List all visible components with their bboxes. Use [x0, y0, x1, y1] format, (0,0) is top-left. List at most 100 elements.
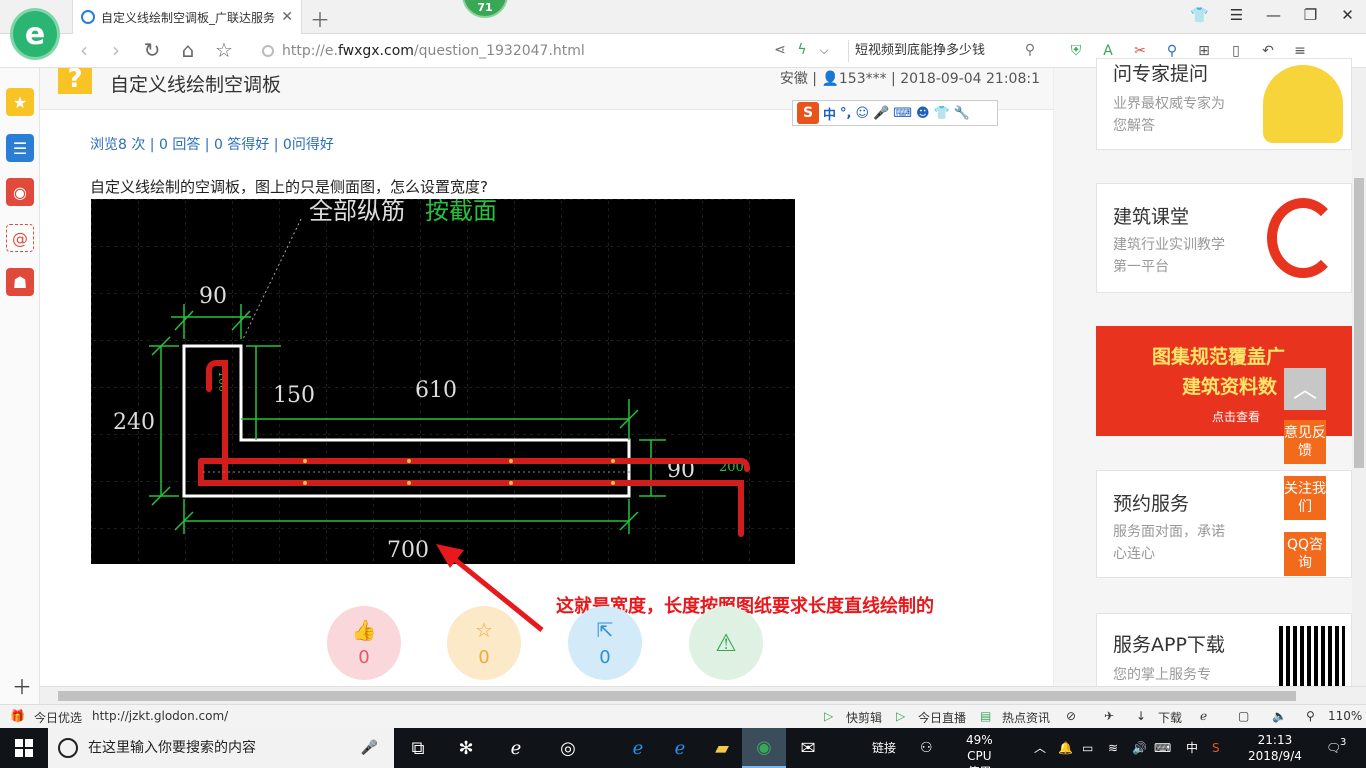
- news-link[interactable]: 热点资讯: [1002, 709, 1050, 726]
- browser-tab[interactable]: 自定义线绘制空调板_广联达服务 ✕: [72, 0, 302, 34]
- tray-expand-icon[interactable]: ︿: [1034, 728, 1046, 768]
- share-button[interactable]: ⇱ 0: [568, 606, 642, 680]
- booking-title: 预约服务: [1113, 493, 1190, 515]
- action-center-icon[interactable]: 🗨: [1326, 728, 1341, 768]
- search-input[interactable]: 短视频到底能挣多少钱: [848, 40, 1038, 62]
- ie-app-icon[interactable]: ℯ: [658, 728, 702, 768]
- sogou-logo-icon[interactable]: S: [797, 102, 819, 124]
- taskbar-search-input[interactable]: 在这里输入你要搜索的内容 🎤: [48, 728, 394, 768]
- speed-icon[interactable]: ⊘: [1066, 709, 1076, 723]
- browser-e-app-icon[interactable]: ℯ: [494, 728, 538, 768]
- ask-expert-card[interactable]: 问专家提问 业界最权威专家为您解答: [1096, 58, 1352, 150]
- new-tab-button[interactable]: ＋: [310, 4, 330, 33]
- share-icon[interactable]: ⋖: [768, 38, 792, 62]
- speaker-icon[interactable]: 🔊: [1132, 728, 1147, 768]
- qq-consult-button[interactable]: QQ咨询: [1284, 532, 1326, 576]
- star-icon: ☆: [475, 617, 493, 642]
- cad-drawing: 全部纵筋 按截面 90 240 150 610 90 200 700 100: [91, 197, 795, 564]
- search-icon[interactable]: ⚲: [1018, 38, 1042, 62]
- close-tab-icon[interactable]: ✕: [281, 9, 293, 25]
- file-explorer-icon[interactable]: ▰: [700, 728, 744, 768]
- microphone-icon[interactable]: 🎤: [361, 728, 378, 768]
- cpu-usage[interactable]: 49% CPU使用: [966, 732, 993, 768]
- zoom-level[interactable]: 110%: [1328, 709, 1362, 723]
- dim-610: 610: [415, 378, 457, 403]
- ime-indicator[interactable]: 中: [1186, 728, 1198, 768]
- list-icon[interactable]: ☰: [6, 134, 34, 162]
- bell-icon[interactable]: 🔔: [1058, 728, 1073, 768]
- skin-icon[interactable]: 👕: [934, 106, 950, 121]
- battery-icon[interactable]: ▭: [1082, 728, 1093, 768]
- favorites-icon[interactable]: ★: [6, 88, 34, 116]
- left-sidebar: ★ ☰ ◉ @ ☗ ＋: [0, 68, 40, 706]
- course-card[interactable]: 建筑课堂 建筑行业实训教学第一平台: [1096, 183, 1352, 293]
- favorite-button[interactable]: ☆ 0: [447, 606, 521, 680]
- voice-icon[interactable]: 🎤: [873, 106, 889, 121]
- report-button[interactable]: ⚠: [689, 606, 763, 680]
- fan-app-icon[interactable]: ✻: [444, 728, 488, 768]
- lightning-icon[interactable]: ϟ: [790, 38, 814, 62]
- user-icon[interactable]: ☻: [916, 106, 930, 121]
- skin-icon[interactable]: 👕: [1181, 0, 1218, 30]
- play-icon: ▷: [824, 709, 834, 723]
- home-button[interactable]: ⌂: [176, 38, 200, 62]
- swirl-app-icon[interactable]: ◎: [546, 728, 590, 768]
- horizontal-scrollbar[interactable]: [40, 686, 1366, 704]
- clock[interactable]: 21:13 2018/9/4: [1248, 732, 1302, 764]
- url-host: fwxgx.com: [337, 43, 414, 59]
- vertical-scroll-thumb[interactable]: [1354, 178, 1364, 468]
- back-button[interactable]: ‹: [72, 38, 96, 62]
- restore-button[interactable]: ❐: [1292, 0, 1329, 30]
- mail-app-icon[interactable]: ✉: [786, 728, 830, 768]
- like-button[interactable]: 👍 0: [327, 606, 401, 680]
- gift-icon[interactable]: 🎁: [10, 709, 25, 723]
- address-bar[interactable]: http://e. fwxgx.com/question_1932047.html: [262, 38, 762, 64]
- wifi-icon[interactable]: ≋: [1108, 728, 1118, 768]
- quick-cut-link[interactable]: 快剪辑: [846, 709, 882, 726]
- weibo-icon[interactable]: ◉: [6, 178, 34, 206]
- window-icon[interactable]: ▢: [1238, 709, 1249, 723]
- live-link[interactable]: 今日直播: [918, 709, 966, 726]
- keyboard-icon[interactable]: ⌨: [893, 106, 912, 121]
- bookmark-star-button[interactable]: ☆: [212, 38, 236, 62]
- feedback-button[interactable]: 意见反馈: [1284, 420, 1326, 464]
- close-window-button[interactable]: ✕: [1329, 0, 1366, 30]
- follow-button[interactable]: 关注我们: [1284, 476, 1326, 520]
- horizontal-scroll-thumb[interactable]: [58, 691, 1296, 701]
- email-icon[interactable]: @: [6, 224, 34, 252]
- ime-mode[interactable]: 中: [823, 104, 836, 123]
- ime-punct[interactable]: °,: [840, 106, 851, 121]
- add-sidebar-button[interactable]: ＋: [12, 671, 32, 700]
- minimize-button[interactable]: —: [1255, 0, 1292, 30]
- course-desc: 建筑行业实训教学第一平台: [1113, 237, 1225, 275]
- pin-icon[interactable]: ✈: [1104, 709, 1114, 723]
- globe-icon: [262, 45, 274, 57]
- vertical-scrollbar[interactable]: [1352, 68, 1366, 686]
- emoji-icon[interactable]: ☺: [855, 106, 869, 121]
- edge-app-icon[interactable]: ℯ: [616, 728, 660, 768]
- game-icon[interactable]: ☗: [6, 268, 34, 296]
- sogou-tray-icon[interactable]: S: [1212, 728, 1220, 768]
- start-button[interactable]: [0, 728, 48, 768]
- keyboard-icon[interactable]: ⌨: [1154, 728, 1171, 768]
- today-picks-link[interactable]: 今日优选: [34, 709, 82, 726]
- volume-icon[interactable]: 🔈: [1272, 709, 1287, 723]
- forward-button[interactable]: ›: [104, 38, 128, 62]
- download-link[interactable]: 下载: [1158, 709, 1182, 726]
- wrench-icon[interactable]: 🔧: [954, 106, 970, 121]
- reload-button[interactable]: ↻: [140, 38, 164, 62]
- link-label[interactable]: 链接: [872, 728, 896, 768]
- chevron-down-icon[interactable]: ⌵: [812, 38, 836, 62]
- ie-icon[interactable]: ℯ: [1200, 709, 1207, 723]
- menu-icon[interactable]: ☰: [1218, 0, 1255, 30]
- question-stats[interactable]: 浏览8 次 | 0 回答 | 0 答得好 | 0问得好: [90, 134, 334, 154]
- share-icon: ⇱: [596, 617, 614, 642]
- 360-browser-app-icon[interactable]: ◉: [742, 728, 786, 768]
- task-view-icon[interactable]: ⧉: [396, 728, 440, 768]
- people-icon[interactable]: ⚇: [920, 728, 933, 768]
- notification-badge[interactable]: 71: [462, 0, 508, 18]
- banner-line3[interactable]: 点击查看: [1212, 408, 1260, 425]
- back-to-top-button[interactable]: ︿: [1284, 368, 1326, 410]
- shield-icon[interactable]: ⛨: [1062, 40, 1090, 62]
- browser-logo[interactable]: e: [10, 8, 60, 60]
